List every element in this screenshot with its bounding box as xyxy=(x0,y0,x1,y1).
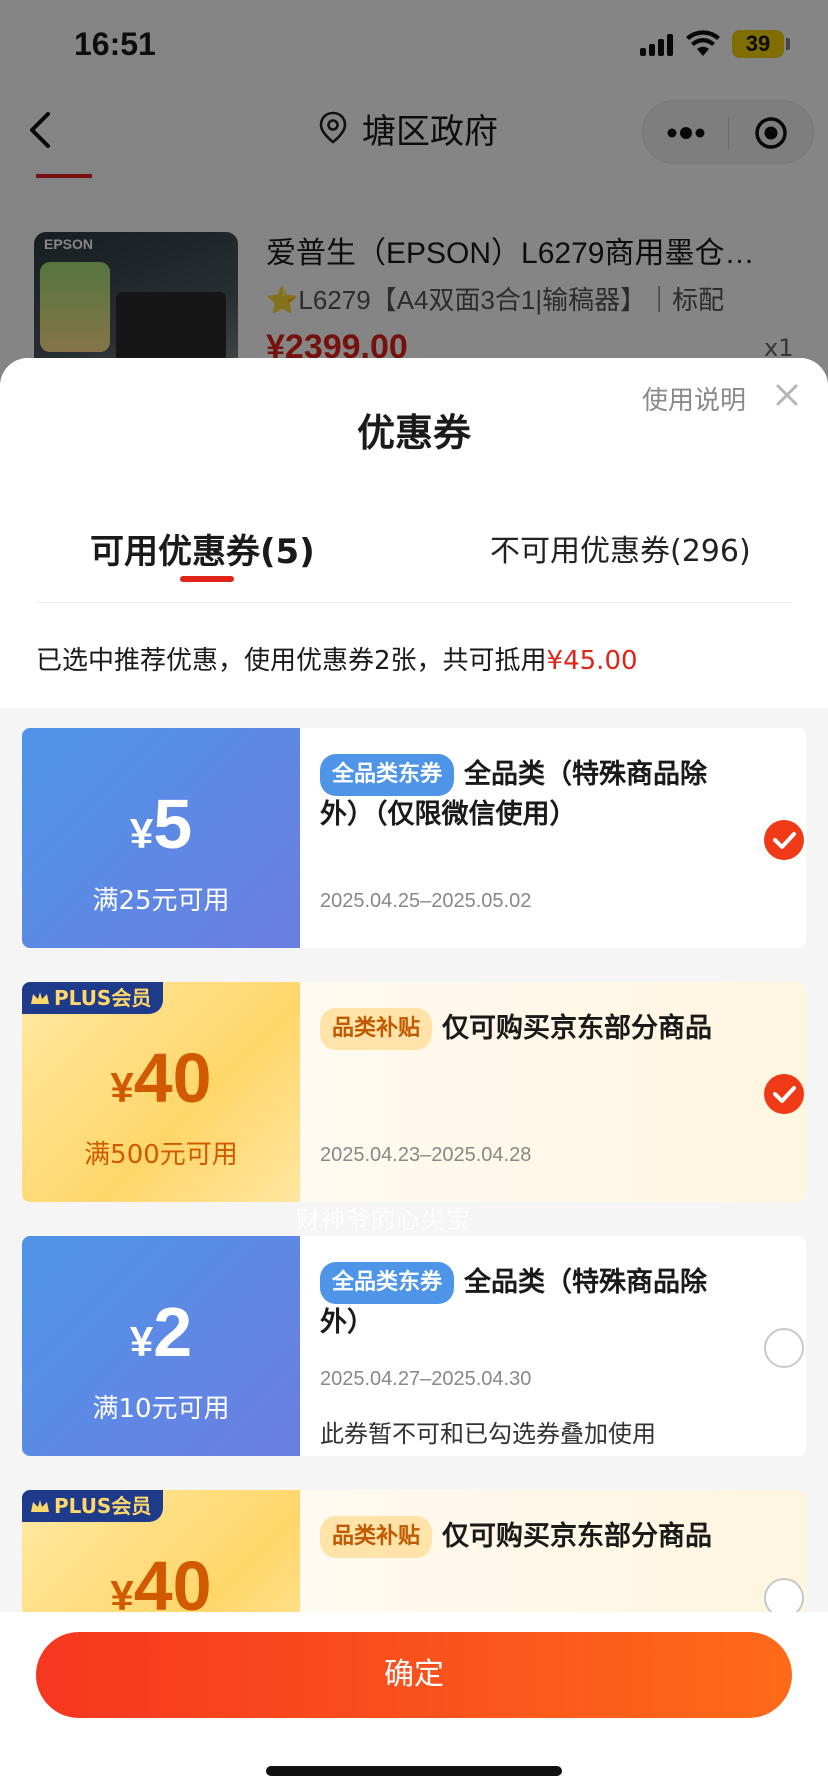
tab-unavailable-coupons[interactable]: 不可用优惠券(296) xyxy=(490,526,751,570)
coupon-description: 品类补贴 仅可购买京东部分商品 xyxy=(320,1008,720,1050)
coupon-detail: 品类补贴 仅可购买京东部分商品 2025.04.23–2025.04.28 xyxy=(300,982,806,1202)
discount-summary: 已选中推荐优惠，使用优惠券2张，共可抵用¥45.00 xyxy=(36,640,638,677)
summary-amount: ¥45.00 xyxy=(546,646,638,676)
coupon-validity: 2025.04.27–2025.04.30 xyxy=(320,1368,532,1390)
plus-member-badge: PLUS会员 xyxy=(22,1490,164,1522)
crown-icon xyxy=(31,1500,49,1512)
coupon-note: 此券暂不可和已勾选券叠加使用 xyxy=(320,1420,656,1448)
plus-label: PLUS会员 xyxy=(54,986,152,1010)
modal-overlay[interactable] xyxy=(0,0,828,400)
active-tab-underline xyxy=(180,576,234,582)
coupon-card[interactable]: ¥2 满10元可用 全品类东券 全品类（特殊商品除外） 2025.04.27–20… xyxy=(22,1236,806,1456)
coupon-detail: 全品类东券 全品类（特殊商品除外）（仅限微信使用） 2025.04.25–2025… xyxy=(300,728,806,948)
sheet-footer: 确定 xyxy=(0,1612,828,1792)
sheet-header: 使用说明 优惠券 可用优惠券(5) 不可用优惠券(296) 已选中推荐优惠，使用… xyxy=(0,358,828,708)
coupon-value-panel: ¥5 满25元可用 xyxy=(22,728,300,948)
unchecked-circle-icon[interactable] xyxy=(764,1328,804,1368)
plus-label: PLUS会员 xyxy=(54,1494,152,1518)
sheet-title: 优惠券 xyxy=(356,411,471,455)
coupon-amount: ¥5 xyxy=(129,785,193,863)
plus-member-badge: PLUS会员 xyxy=(22,982,164,1014)
coupon-value-panel: ¥2 满10元可用 xyxy=(22,1236,300,1456)
checked-circle-icon[interactable] xyxy=(764,820,804,860)
summary-text: 已选中推荐优惠，使用优惠券2张，共可抵用 xyxy=(36,646,547,676)
coupon-amount: ¥2 xyxy=(129,1293,193,1371)
coupon-amount: ¥40 xyxy=(110,1039,212,1117)
coupon-card[interactable]: ¥40 满500元可用 PLUS会员 品类补贴 仅可购买京东部分商品 2025.0… xyxy=(22,982,806,1202)
coupon-condition: 满10元可用 xyxy=(92,1394,230,1424)
coupon-validity: 2025.04.25–2025.05.02 xyxy=(320,890,532,912)
tab-available-coupons[interactable]: 可用优惠券(5) xyxy=(90,524,315,573)
coupon-validity: 2025.04.23–2025.04.28 xyxy=(320,1144,532,1166)
coupon-description: 全品类东券 全品类（特殊商品除外） xyxy=(320,1262,720,1342)
coupon-value-panel: ¥40 满500元可用 xyxy=(22,982,300,1202)
watermark-text: 财神爷的心尖宝 xyxy=(296,1206,471,1234)
coupon-detail: 全品类东券 全品类（特殊商品除外） 2025.04.27–2025.04.30 此… xyxy=(300,1236,806,1456)
coupon-condition: 满25元可用 xyxy=(92,886,230,916)
coupon-card[interactable]: ¥5 满25元可用 全品类东券 全品类（特殊商品除外）（仅限微信使用） 2025.… xyxy=(22,728,806,948)
coupon-condition: 满500元可用 xyxy=(84,1140,238,1170)
checked-circle-icon[interactable] xyxy=(764,1074,804,1114)
confirm-button[interactable]: 确定 xyxy=(36,1632,792,1718)
coupon-tag: 全品类东券 xyxy=(320,1262,455,1304)
coupon-tag: 品类补贴 xyxy=(320,1008,433,1050)
coupon-sheet: 使用说明 优惠券 可用优惠券(5) 不可用优惠券(296) 已选中推荐优惠，使用… xyxy=(0,358,828,1792)
coupon-description: 品类补贴 仅可购买京东部分商品 xyxy=(320,1516,720,1558)
coupon-tag: 全品类东券 xyxy=(320,754,455,796)
crown-icon xyxy=(31,992,49,1004)
tab-divider xyxy=(36,602,792,603)
coupon-description: 全品类东券 全品类（特殊商品除外）（仅限微信使用） xyxy=(320,754,720,834)
home-indicator[interactable] xyxy=(266,1766,562,1776)
coupon-tag: 品类补贴 xyxy=(320,1516,433,1558)
